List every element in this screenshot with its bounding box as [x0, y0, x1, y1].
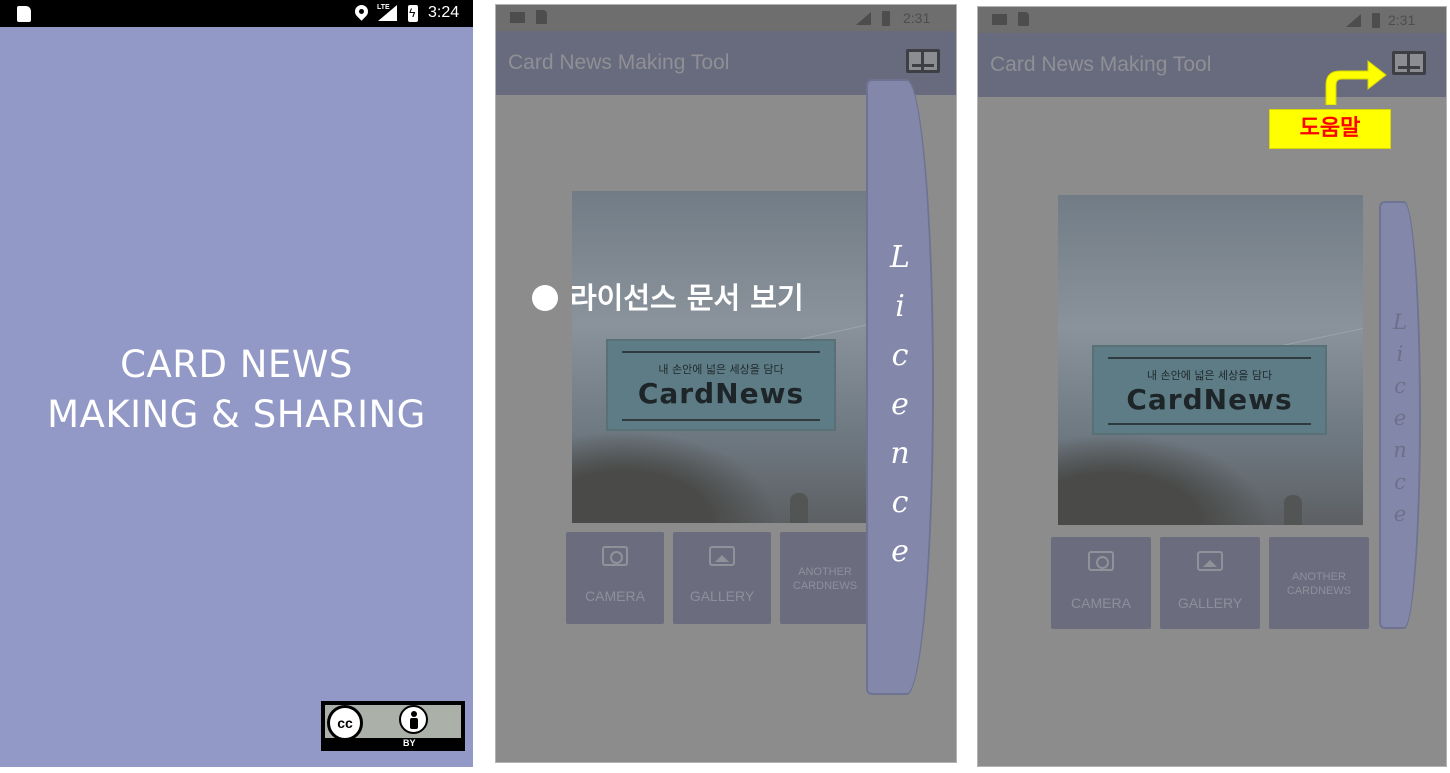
- licence-letter: e: [891, 387, 909, 422]
- licence-drawer-tab[interactable]: L i c e n c e: [866, 79, 934, 695]
- tree-silhouette: [1058, 432, 1272, 525]
- by-label: BY: [403, 738, 416, 748]
- logo-text: CardNews: [1126, 383, 1293, 416]
- another-cardnews-button[interactable]: ANOTHER CARDNEWS: [780, 532, 870, 624]
- curved-arrow-icon: [1325, 59, 1387, 105]
- cc-by-license-badge[interactable]: cc BY: [321, 701, 465, 751]
- licence-letter: c: [891, 485, 909, 520]
- cardnews-logo: 내 손안에 넓은 세상을 담다 CardNews: [1092, 345, 1327, 435]
- status-time: 2:31: [903, 10, 931, 26]
- licence-letter: c: [1394, 374, 1406, 398]
- signal-icon: [856, 12, 871, 25]
- sd-card-icon: [17, 6, 31, 22]
- licence-drawer-tab[interactable]: L i c e n c e: [1379, 201, 1421, 629]
- location-icon: [352, 2, 371, 21]
- battery-icon: [1372, 13, 1380, 28]
- status-bar: LTE 3:24: [0, 0, 473, 27]
- main-screen-licence-hint: 2:31 Card News Making Tool 내 손안에 넓은 세상을 …: [495, 4, 957, 763]
- another-label-line2: CARDNEWS: [1286, 585, 1352, 597]
- camera-button-label: CAMERA: [585, 588, 645, 604]
- signal-icon: [1346, 14, 1361, 27]
- book-icon[interactable]: [906, 49, 940, 73]
- status-bar: 2:31: [978, 7, 1446, 33]
- help-label: 도움말: [1269, 109, 1391, 149]
- gallery-button[interactable]: GALLERY: [673, 532, 771, 624]
- status-bar: 2:31: [496, 5, 956, 31]
- attribution-icon: [399, 705, 428, 734]
- gallery-icon: [1197, 551, 1223, 571]
- splash-title-line2: MAKING & SHARING: [47, 393, 426, 436]
- licence-letter: c: [1394, 470, 1406, 494]
- licence-tab-label: L i c e n c e: [1381, 306, 1419, 530]
- logo-tagline: 내 손안에 넓은 세상을 담다: [1146, 369, 1273, 382]
- camera-button-label: CAMERA: [1071, 595, 1131, 611]
- status-time: 2:31: [1388, 12, 1416, 28]
- main-screen-help-hint: 2:31 Card News Making Tool 내 손안에 넓은 세상을 …: [977, 6, 1447, 767]
- licence-letter: e: [1393, 502, 1407, 526]
- licence-letter: c: [891, 338, 909, 373]
- app-title: Card News Making Tool: [990, 53, 1212, 76]
- battery-icon: [408, 5, 418, 22]
- status-time: 3:24: [428, 4, 460, 21]
- tree-silhouette-small: [1284, 495, 1302, 525]
- logo-text: CardNews: [637, 377, 805, 410]
- another-cardnews-label: ANOTHER CARDNEWS: [1269, 570, 1369, 598]
- another-cardnews-label: ANOTHER CARDNEWS: [780, 565, 870, 593]
- licence-letter: i: [1396, 342, 1404, 366]
- splash-screen: LTE 3:24 CARD NEWS MAKING & SHARING cc B…: [0, 0, 473, 767]
- licence-tab-label: L i c e n c e: [868, 233, 932, 576]
- logo-rule-bottom: [621, 419, 821, 421]
- camera-icon: [602, 546, 628, 566]
- licence-letter: L: [1393, 310, 1407, 334]
- sd-card-icon: [1018, 12, 1029, 26]
- licence-annotation: 라이선스 문서 보기: [532, 275, 804, 317]
- licence-letter: e: [1393, 406, 1407, 430]
- splash-title: CARD NEWS MAKING & SHARING: [0, 340, 473, 440]
- licence-letter: i: [895, 289, 905, 324]
- camera-button[interactable]: CAMERA: [566, 532, 664, 624]
- mail-icon: [510, 12, 525, 23]
- licence-letter: n: [890, 436, 910, 471]
- another-label-line2: CARDNEWS: [792, 580, 858, 592]
- tree-silhouette-small: [790, 493, 808, 523]
- licence-annotation-text: 라이선스 문서 보기: [570, 281, 804, 315]
- camera-button[interactable]: CAMERA: [1051, 537, 1151, 629]
- mail-icon: [992, 14, 1007, 25]
- bullet-icon: [532, 285, 558, 311]
- gallery-button-label: GALLERY: [1177, 595, 1243, 611]
- tree-silhouette: [572, 430, 779, 523]
- cc-icon: cc: [327, 705, 363, 741]
- another-label-line1: ANOTHER: [1292, 571, 1346, 583]
- card-news-preview-image: 내 손안에 넓은 세상을 담다 CardNews: [1058, 195, 1363, 525]
- book-icon[interactable]: [1392, 51, 1426, 75]
- licence-letter: L: [890, 240, 910, 275]
- logo-rule-top: [621, 351, 821, 353]
- gallery-button[interactable]: GALLERY: [1160, 537, 1260, 629]
- logo-rule-top: [1107, 357, 1312, 359]
- licence-letter: n: [1393, 438, 1407, 462]
- licence-letter: e: [891, 534, 909, 569]
- logo-tagline: 내 손안에 넓은 세상을 담다: [658, 363, 784, 376]
- gallery-icon: [709, 546, 735, 566]
- another-cardnews-button[interactable]: ANOTHER CARDNEWS: [1269, 537, 1369, 629]
- battery-icon: [882, 11, 890, 26]
- gallery-button-label: GALLERY: [689, 588, 755, 604]
- splash-title-line1: CARD NEWS: [120, 343, 353, 386]
- cardnews-logo: 내 손안에 넓은 세상을 담다 CardNews: [606, 339, 836, 431]
- app-title: Card News Making Tool: [508, 51, 730, 74]
- logo-rule-bottom: [1107, 423, 1312, 425]
- sd-card-icon: [536, 10, 547, 24]
- camera-icon: [1088, 551, 1114, 571]
- another-label-line1: ANOTHER: [798, 566, 852, 578]
- network-type-label: LTE: [377, 4, 390, 11]
- card-news-preview-image: 내 손안에 넓은 세상을 담다 CardNews: [572, 191, 867, 523]
